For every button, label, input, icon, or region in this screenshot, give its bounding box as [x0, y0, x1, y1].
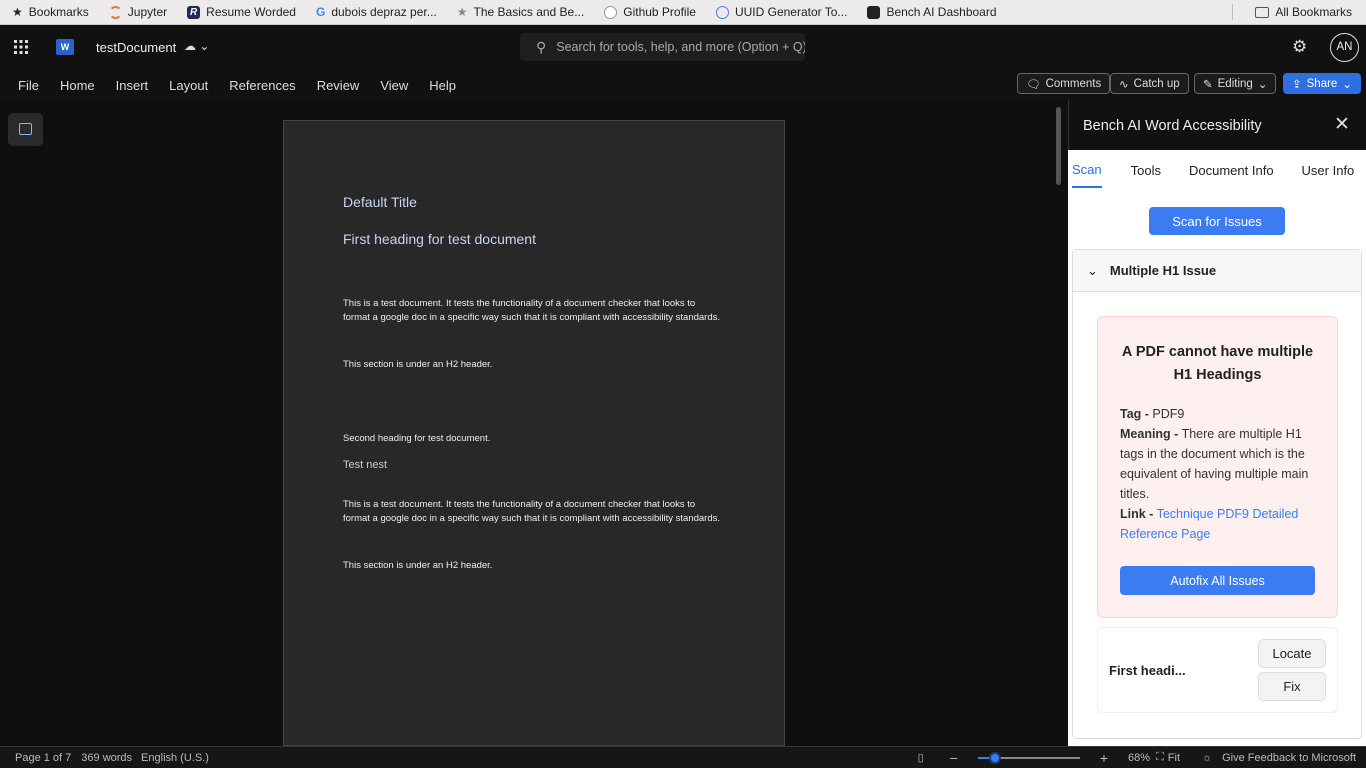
bookmark-item[interactable]: Bench AI Dashboard — [867, 5, 997, 19]
issue-accordion: ⌄ Multiple H1 Issue A PDF cannot have mu… — [1072, 249, 1362, 739]
share-button[interactable]: ⇪ Share ⌄ — [1283, 73, 1361, 94]
scrollbar[interactable] — [1056, 107, 1061, 185]
doc-paragraph: This is a test document. It tests the fu… — [343, 298, 721, 323]
jupyter-icon — [108, 5, 122, 19]
zoom-slider-thumb[interactable] — [989, 751, 1001, 764]
status-bar: Page 1 of 7 369 words English (U.S.) ▯ −… — [0, 746, 1366, 768]
menu-help[interactable]: Help — [429, 78, 456, 93]
doc-heading-2: Second heading for test document. — [343, 433, 491, 444]
bookmark-item[interactable]: Github Profile — [604, 5, 696, 19]
word-count[interactable]: 369 words — [81, 752, 132, 764]
issue-meaning: Meaning - There are multiple H1 tags in … — [1120, 427, 1309, 501]
tab-tools[interactable]: Tools — [1131, 163, 1161, 178]
language[interactable]: English (U.S.) — [141, 752, 209, 764]
bookmark-item[interactable]: ★ The Basics and Be... — [457, 5, 585, 19]
zoom-out-button[interactable]: − — [950, 750, 958, 766]
issue-tag: Tag - PDF9 — [1120, 407, 1185, 421]
scan-for-issues-button[interactable]: Scan for Issues — [1149, 207, 1285, 235]
document-page[interactable]: Default Title First heading for test doc… — [283, 120, 785, 746]
pulse-icon: ∿ — [1119, 78, 1129, 91]
doc-paragraph: This is a test document. It tests the fu… — [343, 499, 721, 524]
menu-view[interactable]: View — [380, 78, 408, 93]
resume-worded-icon: R — [187, 5, 201, 19]
issue-item: First headi... Locate Fix — [1097, 627, 1338, 713]
panel-tabs: Scan Tools Document Info User Info — [1068, 150, 1366, 190]
google-icon: G — [315, 5, 326, 19]
bookmark-item[interactable]: R Resume Worded — [187, 5, 296, 19]
chevron-down-icon: ⌄ — [1087, 262, 1098, 278]
chevron-down-icon: ⌄ — [1257, 78, 1268, 91]
tab-user-info[interactable]: User Info — [1302, 163, 1355, 178]
issue-card: A PDF cannot have multiple H1 Headings T… — [1097, 316, 1338, 618]
menu-file[interactable]: File — [18, 78, 39, 93]
doc-paragraph: This section is under an H2 header. — [343, 560, 493, 571]
menu-layout[interactable]: Layout — [169, 78, 208, 93]
page-count[interactable]: Page 1 of 7 — [15, 752, 71, 764]
doc-heading-1: First heading for test document — [343, 231, 536, 247]
doc-heading-3: Test nest — [343, 459, 388, 471]
panel-title: Bench AI Word Accessibility — [1083, 118, 1262, 134]
fix-button[interactable]: Fix — [1258, 672, 1326, 701]
all-bookmarks[interactable]: All Bookmarks — [1255, 5, 1352, 19]
issue-link-row: Link - Technique PDF9 Detailed Reference… — [1120, 507, 1299, 541]
pencil-icon: ✎ — [1203, 78, 1213, 91]
bench-icon — [867, 5, 881, 19]
addin-panel: Bench AI Word Accessibility ✕ Scan Tools… — [1068, 100, 1366, 746]
menu-home[interactable]: Home — [60, 78, 95, 93]
folder-icon — [1255, 6, 1270, 18]
menu-references[interactable]: References — [229, 78, 295, 93]
app-header: W testDocument ☁ ⌄ ⚲ Search for tools, h… — [0, 25, 1366, 70]
doc-paragraph: This section is under an H2 header. — [343, 359, 493, 370]
app-launcher-icon[interactable] — [14, 40, 28, 54]
share-icon: ⇪ — [1292, 78, 1302, 91]
zoom-level[interactable]: 68% — [1128, 752, 1150, 764]
editing-button[interactable]: ✎ Editing ⌄ — [1194, 73, 1277, 94]
chevron-down-icon: ⌄ — [1342, 78, 1352, 91]
document-title[interactable]: testDocument — [96, 40, 176, 55]
tab-document-info[interactable]: Document Info — [1189, 163, 1274, 178]
zoom-in-button[interactable]: + — [1100, 750, 1108, 766]
github-icon — [604, 5, 618, 19]
avatar[interactable]: AN — [1330, 33, 1359, 62]
search-icon: ⚲ — [536, 38, 547, 55]
bookmarks-bar: ★ Bookmarks Jupyter R Resume Worded Gduboi… — [0, 0, 1366, 25]
zoom-slider[interactable] — [977, 751, 1080, 764]
navigation-pane-icon — [19, 123, 32, 135]
issue-card-heading: A PDF cannot have multiple H1 Headings — [1121, 344, 1314, 383]
saved-status-icon[interactable]: ☁ ⌄ — [184, 39, 209, 53]
feedback-link[interactable]: Give Feedback to Microsoft — [1222, 752, 1356, 764]
fit-button[interactable]: Fit — [1168, 752, 1180, 764]
menu-review[interactable]: Review — [317, 78, 360, 93]
bookmark-item[interactable]: Gdubois depraz per... — [316, 5, 437, 19]
doc-title: Default Title — [343, 194, 417, 210]
star-icon: ★ — [456, 5, 468, 19]
brightness-icon[interactable]: ☼ — [1202, 752, 1212, 764]
comments-button[interactable]: 🗨 Comments — [1017, 73, 1111, 94]
search-input[interactable]: ⚲ Search for tools, help, and more (Opti… — [520, 33, 805, 61]
page-view-icon[interactable]: ▯ — [918, 751, 924, 764]
bookmark-item[interactable]: UUID Generator To... — [715, 5, 847, 19]
close-icon[interactable]: ✕ — [1334, 113, 1350, 136]
fit-icon: ⛶ — [1156, 751, 1164, 763]
star-icon: ★ — [12, 5, 23, 19]
navigation-pane-button[interactable] — [8, 113, 43, 146]
issue-accordion-header[interactable]: ⌄ Multiple H1 Issue — [1073, 250, 1361, 292]
bookmark-item[interactable]: ★ Bookmarks — [12, 5, 89, 19]
comment-icon: 🗨 — [1026, 78, 1041, 91]
autofix-all-button[interactable]: Autofix All Issues — [1120, 566, 1315, 595]
word-logo-icon: W — [56, 39, 74, 55]
catch-up-button[interactable]: ∿ Catch up — [1110, 73, 1189, 94]
globe-icon — [715, 5, 729, 19]
tab-scan[interactable]: Scan — [1072, 152, 1102, 188]
issue-item-label: First headi... — [1109, 663, 1186, 678]
settings-gear-icon[interactable]: ⚙ — [1292, 37, 1307, 57]
bookmark-item[interactable]: Jupyter — [108, 5, 167, 19]
menu-insert[interactable]: Insert — [116, 78, 149, 93]
locate-button[interactable]: Locate — [1258, 639, 1326, 668]
